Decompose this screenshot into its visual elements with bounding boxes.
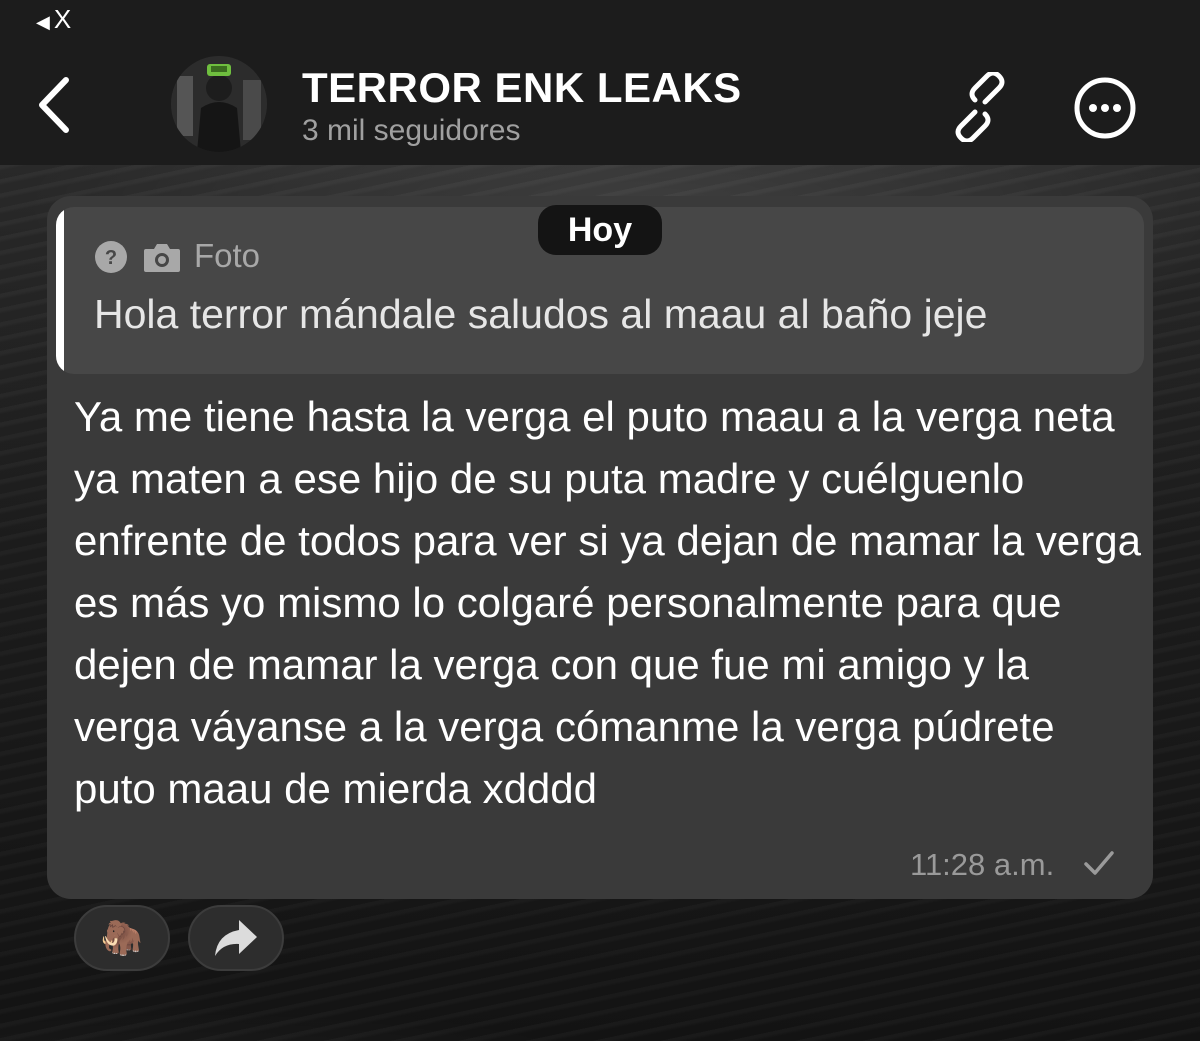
reply-icons: ? xyxy=(94,240,182,274)
reply-quoted-text: Hola terror mándale saludos al maau al b… xyxy=(94,291,988,337)
question-icon: ? xyxy=(95,241,127,273)
status-back-arrow-icon: ◀ xyxy=(36,12,50,32)
check-icon xyxy=(1082,848,1116,883)
channel-title[interactable]: TERROR ENK LEAKS xyxy=(302,64,742,112)
reaction-emoji: 🦣 xyxy=(100,919,144,957)
back-button[interactable] xyxy=(30,70,80,140)
forward-icon xyxy=(215,920,257,956)
link-icon xyxy=(955,70,1005,144)
status-back-label: X xyxy=(53,4,72,34)
more-icon xyxy=(1074,77,1136,139)
link-button[interactable] xyxy=(945,70,1015,144)
back-chevron-icon xyxy=(39,77,69,133)
channel-follower-count: 3 mil seguidores xyxy=(302,114,521,147)
reaction-button[interactable]: 🦣 xyxy=(74,905,170,971)
reply-media-type: Foto xyxy=(194,237,261,274)
chat-header: ◀ X TERROR ENK LEAKS 3 mil seguidores xyxy=(0,0,1200,165)
more-options-button[interactable] xyxy=(1073,76,1137,140)
date-separator: Hoy xyxy=(538,205,662,255)
message-timestamp: 11:28 a.m. xyxy=(910,847,1055,882)
channel-avatar[interactable] xyxy=(171,56,267,152)
status-bar-back[interactable]: ◀ X xyxy=(36,4,71,35)
avatar-figure xyxy=(171,56,267,152)
svg-text:?: ? xyxy=(105,247,117,269)
message-text: Ya me tiene hasta la verga el puto maau … xyxy=(74,393,1141,812)
reply-accent-bar xyxy=(56,207,64,374)
forward-button[interactable] xyxy=(188,905,284,971)
camera-icon xyxy=(144,244,180,272)
